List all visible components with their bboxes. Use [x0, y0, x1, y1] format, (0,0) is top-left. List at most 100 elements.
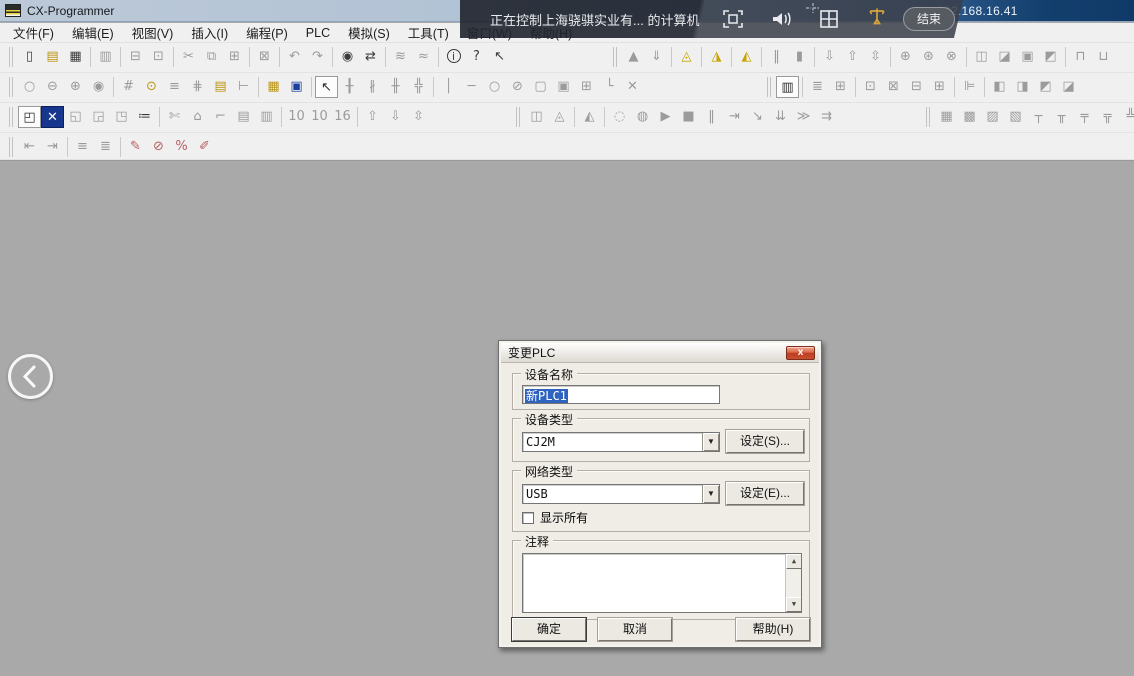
compile-all-icon[interactable]: ⇓: [645, 46, 668, 68]
work-online-icon[interactable]: ◫: [970, 46, 993, 68]
output-window-icon[interactable]: ◲: [87, 106, 110, 128]
network-type-combo[interactable]: USB ▼: [522, 484, 720, 504]
undo-icon[interactable]: ↶: [283, 46, 306, 68]
watch-sheet-2-icon[interactable]: ◬: [548, 106, 571, 128]
toolbar-drag-handle[interactable]: [9, 47, 13, 67]
mnemonic-view-icon[interactable]: ▥: [776, 76, 799, 98]
indent-left-icon[interactable]: ⇤: [18, 136, 41, 158]
step-out-icon[interactable]: ⇊: [769, 106, 792, 128]
comment-scrollbar[interactable]: ▲ ▼: [785, 554, 801, 612]
window-layout-4-icon[interactable]: ◪: [1057, 76, 1080, 98]
partial-transfer-3-icon[interactable]: ⊗: [940, 46, 963, 68]
device-type-dropdown-button[interactable]: ▼: [702, 433, 719, 451]
menu-item-edit[interactable]: 编辑(E): [63, 21, 123, 44]
set-value-icon[interactable]: ⊟: [905, 76, 928, 98]
force-reset-icon[interactable]: ⊘: [147, 136, 170, 158]
toolbar-drag-handle[interactable]: [516, 107, 520, 127]
ci-window-icon[interactable]: ▣: [285, 76, 308, 98]
cancel-button[interactable]: 取消: [598, 618, 672, 641]
download-program-icon[interactable]: ⇩: [384, 106, 407, 128]
instruction-box-icon[interactable]: ▢: [529, 76, 552, 98]
base-decimal-channel-icon[interactable]: 10: [308, 106, 331, 128]
instruction-nc-icon[interactable]: ▣: [552, 76, 575, 98]
symbol-table-icon[interactable]: ▤: [209, 76, 232, 98]
scroll-up-button[interactable]: ▲: [786, 554, 802, 569]
toolbar-drag-handle[interactable]: [926, 107, 930, 127]
replace-icon[interactable]: ⇄: [359, 46, 382, 68]
resume-hand-icon[interactable]: ◍: [631, 106, 654, 128]
scroll-down-button[interactable]: ▼: [786, 597, 802, 612]
zoom-custom-icon[interactable]: ◉: [87, 76, 110, 98]
context-help-icon[interactable]: ↖: [488, 46, 511, 68]
compare-with-plc-icon[interactable]: ⇳: [864, 46, 887, 68]
io-table-icon[interactable]: ≣: [806, 76, 829, 98]
timing-1-icon[interactable]: ┬: [1027, 106, 1050, 128]
force-set-icon[interactable]: ✎: [124, 136, 147, 158]
grid-toggle-icon[interactable]: #: [117, 76, 140, 98]
gold-tool-icon[interactable]: [866, 6, 888, 26]
menu-item-file[interactable]: 文件(F): [4, 21, 63, 44]
horizontal-line-icon[interactable]: ─: [460, 76, 483, 98]
cross-reference-icon[interactable]: ✄: [163, 106, 186, 128]
address-replace-icon[interactable]: ≈: [412, 46, 435, 68]
timing-2-icon[interactable]: ╥: [1050, 106, 1073, 128]
network-type-settings-button[interactable]: 设定(E)...: [726, 482, 804, 505]
watch-tree-icon[interactable]: ⊫: [958, 76, 981, 98]
float-window-icon[interactable]: ◰: [18, 106, 41, 128]
grid-icon[interactable]: [818, 9, 840, 29]
fullscreen-icon[interactable]: [722, 9, 744, 29]
timing-5-icon[interactable]: ╩: [1119, 106, 1134, 128]
zoom-fit-icon[interactable]: ○: [18, 76, 41, 98]
window-layout-1-icon[interactable]: ◧: [988, 76, 1011, 98]
new-file-icon[interactable]: ▯: [18, 46, 41, 68]
sim-pause-icon[interactable]: ‖: [700, 106, 723, 128]
info-icon[interactable]: i: [442, 46, 465, 68]
cut-icon[interactable]: ✂: [177, 46, 200, 68]
device-name-input[interactable]: 新PLC1: [522, 385, 720, 404]
menu-item-program[interactable]: 编程(P): [237, 21, 297, 44]
address-reference-icon[interactable]: ⊢: [232, 76, 255, 98]
ok-button[interactable]: 确定: [512, 618, 586, 641]
verify-program-icon[interactable]: ⇳: [407, 106, 430, 128]
program-mode-icon[interactable]: ▣: [1016, 46, 1039, 68]
sim-play-icon[interactable]: ▶: [654, 106, 677, 128]
save-file-icon[interactable]: ▦: [64, 46, 87, 68]
find-report-icon[interactable]: ▥: [94, 46, 117, 68]
comment-box-icon[interactable]: ⊙: [140, 76, 163, 98]
upload-program-icon[interactable]: ⇧: [361, 106, 384, 128]
timing-4-icon[interactable]: ╦: [1096, 106, 1119, 128]
coil-nc-icon[interactable]: ⊘: [506, 76, 529, 98]
indent-right-icon[interactable]: ⇥: [41, 136, 64, 158]
toolbar-drag-handle[interactable]: [9, 77, 13, 97]
monitor-mode-icon[interactable]: ◪: [993, 46, 1016, 68]
end-session-button[interactable]: 结束: [903, 7, 955, 31]
base-decimal-icon[interactable]: 10: [285, 106, 308, 128]
rung-wrap-icon[interactable]: ⌐: [209, 106, 232, 128]
replace-in-project-icon[interactable]: ≋: [389, 46, 412, 68]
timing-3-icon[interactable]: ╤: [1073, 106, 1096, 128]
monitor-data-icon[interactable]: ◭: [578, 106, 601, 128]
redo-icon[interactable]: ↷: [306, 46, 329, 68]
refresh-value-icon[interactable]: ⊞: [928, 76, 951, 98]
sma-bar-icon[interactable]: ▦: [262, 76, 285, 98]
force-toggle-icon[interactable]: %: [170, 136, 193, 158]
watch-window-icon[interactable]: ◳: [110, 106, 133, 128]
open-file-icon[interactable]: ▤: [41, 46, 64, 68]
toolbar-drag-handle[interactable]: [9, 137, 13, 157]
find-icon[interactable]: ◉: [336, 46, 359, 68]
watch-sheet-1-icon[interactable]: ◫: [525, 106, 548, 128]
vertical-line-icon[interactable]: │: [437, 76, 460, 98]
network-type-dropdown-button[interactable]: ▼: [702, 485, 719, 503]
transfer-from-plc-icon[interactable]: ⇧: [841, 46, 864, 68]
data-view-icon[interactable]: ▥: [255, 106, 278, 128]
toolbar-drag-handle[interactable]: [613, 47, 617, 67]
help-button[interactable]: 帮助(H): [736, 618, 810, 641]
print-preview-icon[interactable]: ⊡: [147, 46, 170, 68]
fast-forward-icon[interactable]: ≫: [792, 106, 815, 128]
menu-item-insert[interactable]: 插入(I): [182, 21, 237, 44]
comment-textarea[interactable]: ▲ ▼: [522, 553, 802, 613]
online-check-warning-icon[interactable]: ◬: [675, 46, 698, 68]
partial-transfer-2-icon[interactable]: ⊛: [917, 46, 940, 68]
io-comment-icon[interactable]: ⌂: [186, 106, 209, 128]
pause-monitor-icon[interactable]: ▮: [788, 46, 811, 68]
